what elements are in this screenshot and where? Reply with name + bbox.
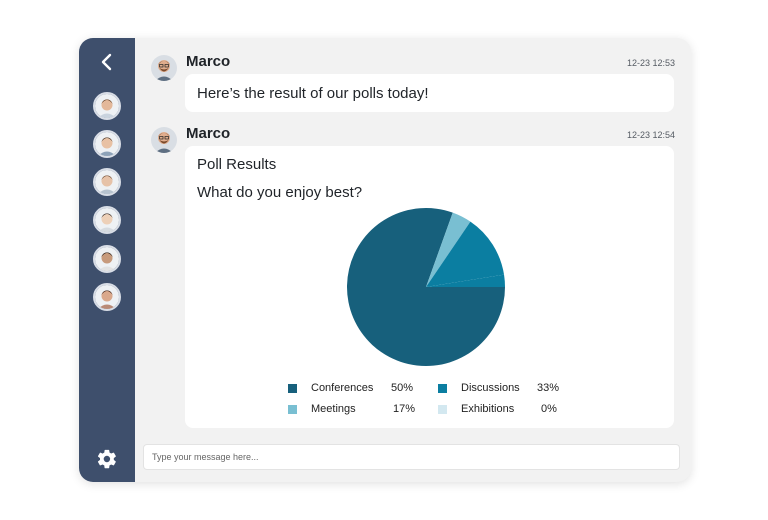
back-arrow-icon[interactable] xyxy=(97,52,117,72)
legend-label-conferences: Conferences xyxy=(311,382,374,394)
marco-avatar xyxy=(151,55,177,81)
sidebar-contact-4-avatar[interactable] xyxy=(93,206,121,234)
legend-swatch-discussions xyxy=(438,384,447,393)
sidebar-contact-3-avatar[interactable] xyxy=(93,168,121,196)
poll-pie-chart xyxy=(347,208,505,366)
message-timestamp: 12-23 12:53 xyxy=(626,58,675,68)
message-bubble: Here’s the result of our polls today! xyxy=(185,74,674,112)
legend-value-exhibitions: 0% xyxy=(541,403,557,415)
poll-question: What do you enjoy best? xyxy=(197,184,363,201)
chat-window: Marco 12-23 12:53 Here’s the result of o… xyxy=(79,38,691,482)
sidebar-contact-6-avatar[interactable] xyxy=(93,283,121,311)
poll-title: Poll Results xyxy=(197,156,277,173)
message-sender: Marco xyxy=(186,53,231,70)
sidebar-contact-5-avatar[interactable] xyxy=(93,245,121,273)
legend-value-discussions: 33% xyxy=(537,382,560,394)
poll-message-bubble: Poll Results What do you enjoy best? Con… xyxy=(185,146,674,428)
legend-swatch-conferences xyxy=(288,384,297,393)
message-input[interactable] xyxy=(143,444,680,470)
sidebar xyxy=(79,38,135,482)
settings-gear-icon[interactable] xyxy=(96,448,118,470)
sidebar-contact-1-avatar[interactable] xyxy=(93,92,121,120)
legend-label-exhibitions: Exhibitions xyxy=(461,403,515,415)
legend-label-meetings: Meetings xyxy=(311,403,356,415)
message-timestamp: 12-23 12:54 xyxy=(626,130,675,140)
legend-value-conferences: 50% xyxy=(391,382,414,394)
legend-swatch-meetings xyxy=(288,405,297,414)
legend-swatch-exhibitions xyxy=(438,405,447,414)
sidebar-contact-2-avatar[interactable] xyxy=(93,130,121,158)
message-text: Here’s the result of our polls today! xyxy=(197,85,429,102)
legend-label-discussions: Discussions xyxy=(461,382,520,394)
message-sender: Marco xyxy=(186,125,231,142)
legend-value-meetings: 17% xyxy=(393,403,416,415)
marco-avatar xyxy=(151,127,177,153)
